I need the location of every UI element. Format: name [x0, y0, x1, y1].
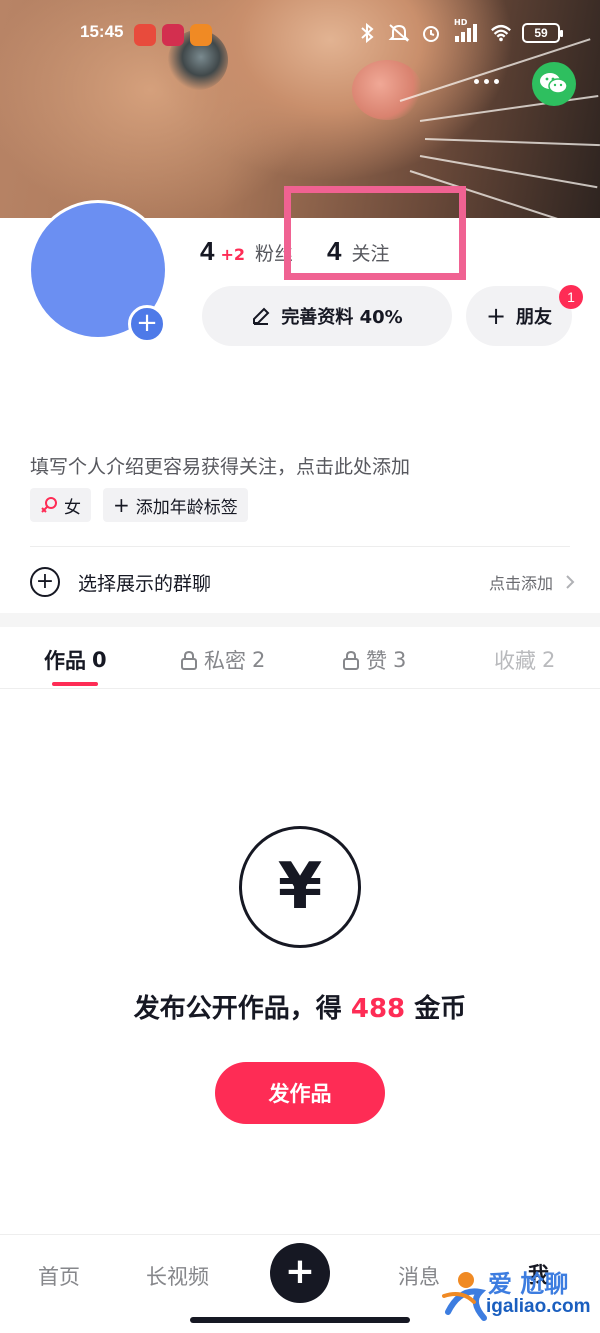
battery-indicator: 59	[522, 23, 563, 43]
plus-icon: +	[485, 302, 507, 330]
promo-prefix: 发布公开作品，得	[133, 994, 342, 1024]
app-notification-icon	[134, 24, 156, 46]
friends-badge: 1	[559, 285, 583, 309]
cover-whisker	[419, 94, 599, 122]
section-separator	[0, 613, 600, 627]
more-dot-icon	[493, 78, 499, 84]
signal-icon: HD	[452, 18, 480, 44]
group-chat-row[interactable]: + 选择展示的群聊 点击添加	[30, 562, 575, 602]
watermark-url: igaliao.com	[486, 1296, 591, 1317]
cover-cat-nose	[352, 60, 422, 120]
edit-profile-label: 完善资料 40%	[281, 307, 403, 328]
group-chat-action[interactable]: 点击添加	[489, 570, 575, 594]
mute-icon	[388, 22, 410, 44]
edit-profile-button[interactable]: 完善资料 40%	[202, 286, 452, 346]
tab-count: 2	[542, 648, 556, 672]
status-time: 15:45	[80, 22, 124, 41]
publish-button[interactable]: 发作品	[215, 1062, 385, 1124]
promo-suffix: 金币	[414, 994, 467, 1024]
tab-count: 3	[393, 648, 407, 672]
coin-icon: ¥	[239, 826, 361, 948]
alarm-icon	[420, 22, 442, 44]
tab-likes[interactable]: 赞 3	[342, 645, 406, 675]
lock-icon	[343, 650, 359, 670]
wechat-icon	[540, 73, 568, 94]
tab-favorites[interactable]: 收藏 2	[494, 645, 555, 675]
promo-text: 发布公开作品，得 488 金币	[0, 988, 600, 1025]
gender-tag-label: 女	[64, 497, 81, 518]
divider	[30, 546, 570, 547]
friends-label: 朋友	[516, 307, 553, 328]
create-button[interactable]: +	[270, 1243, 330, 1303]
bio-placeholder[interactable]: 填写个人介绍更容易获得关注，点击此处添加	[30, 452, 410, 479]
app-notification-icon	[162, 24, 184, 46]
pencil-icon	[253, 307, 270, 325]
avatar-add-button[interactable]: +	[128, 305, 166, 343]
group-chat-action-label: 点击添加	[488, 574, 553, 593]
nav-long-video[interactable]: 长视频	[146, 1261, 209, 1291]
more-options-button[interactable]	[466, 66, 506, 96]
wifi-icon	[490, 22, 512, 44]
watermark-text: 爱 尬聊	[488, 1270, 569, 1298]
followers-delta: +2	[220, 245, 246, 264]
nav-home[interactable]: 首页	[38, 1261, 80, 1291]
chevron-right-icon	[566, 575, 575, 589]
tab-label: 私密	[204, 649, 246, 673]
tab-label: 赞	[366, 649, 387, 673]
bluetooth-icon	[356, 22, 378, 44]
status-icons: HD 59	[356, 18, 563, 44]
app-notification-icon	[190, 24, 212, 46]
more-dot-icon	[473, 78, 479, 84]
plus-icon: +	[113, 493, 130, 517]
cover-whisker	[424, 138, 600, 147]
gender-tag[interactable]: 女	[30, 488, 91, 522]
more-dot-icon	[483, 78, 489, 84]
promo-amount: 488	[350, 994, 406, 1024]
followers-stat[interactable]: 4 +2 粉丝	[200, 236, 293, 267]
add-age-tag-button[interactable]: + 添加年龄标签	[103, 488, 248, 522]
tab-count: 2	[252, 648, 266, 672]
tab-label: 作品	[44, 649, 86, 673]
profile-tags: 女 + 添加年龄标签	[30, 488, 248, 522]
lock-icon	[181, 650, 197, 670]
tab-works[interactable]: 作品 0	[44, 645, 107, 675]
female-icon	[41, 497, 57, 513]
add-friends-button[interactable]: + 朋友	[466, 286, 572, 346]
home-indicator[interactable]	[190, 1317, 410, 1323]
active-tab-indicator	[52, 682, 98, 686]
following-highlight-box	[284, 186, 466, 280]
content-tabs: 作品 0 私密 2 赞 3 收藏 2	[0, 627, 600, 689]
hd-label: HD	[454, 18, 468, 27]
tab-private[interactable]: 私密 2	[180, 645, 265, 675]
wechat-share-button[interactable]	[532, 62, 576, 106]
nav-messages[interactable]: 消息	[398, 1261, 440, 1291]
followers-count: 4	[200, 236, 215, 266]
tab-label: 收藏	[494, 649, 536, 673]
age-tag-label: 添加年龄标签	[135, 497, 238, 518]
yen-symbol: ¥	[277, 850, 323, 924]
group-chat-label: 选择展示的群聊	[78, 572, 212, 595]
tab-count: 0	[92, 648, 107, 672]
add-circle-icon: +	[30, 567, 60, 597]
status-bar: 15:45 HD 59	[0, 18, 600, 50]
